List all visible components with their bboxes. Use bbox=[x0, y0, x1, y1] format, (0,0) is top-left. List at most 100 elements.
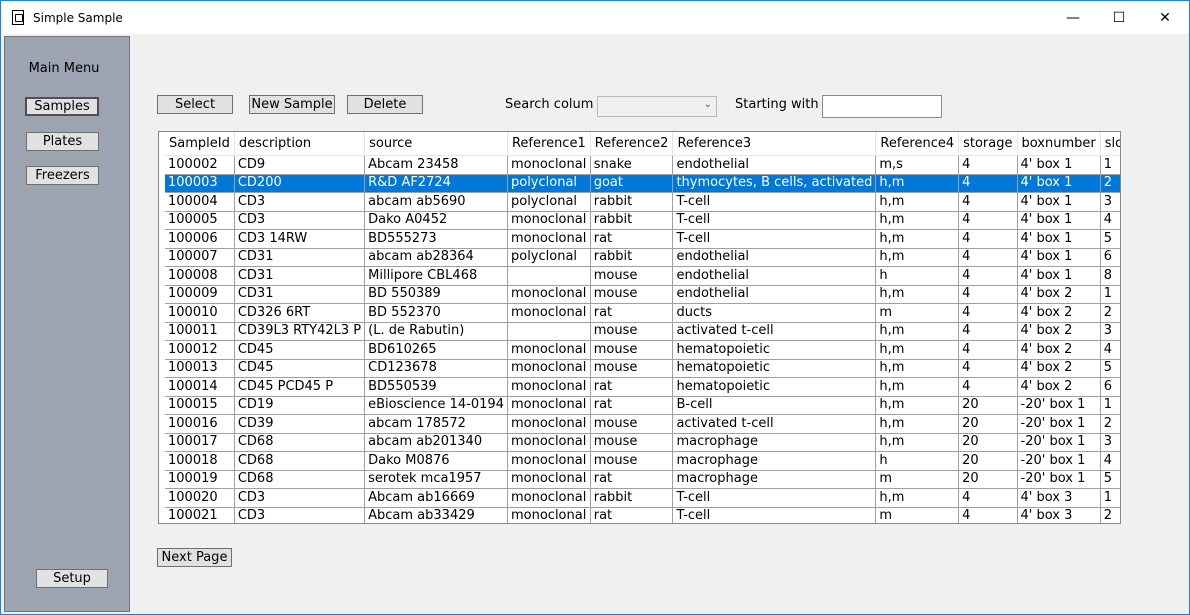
column-header[interactable]: Reference3 bbox=[672, 132, 877, 156]
table-cell[interactable]: abcam ab28364 bbox=[364, 248, 508, 267]
table-cell[interactable]: monoclonal bbox=[507, 303, 591, 323]
table-cell[interactable]: h,m bbox=[875, 322, 960, 341]
table-cell[interactable]: Abcam ab33429 bbox=[364, 507, 508, 523]
table-cell[interactable]: CD3 bbox=[234, 507, 366, 523]
table-cell[interactable]: 100021 bbox=[165, 507, 235, 523]
table-cell[interactable]: polyclonal bbox=[507, 174, 591, 193]
next-page-button[interactable]: Next Page bbox=[157, 548, 232, 567]
table-cell[interactable]: monoclonal bbox=[507, 396, 591, 415]
table-cell[interactable]: 4 bbox=[958, 192, 1018, 212]
table-row[interactable]: 100015 CD19 eBioscience 14-0194 monoclonal r… bbox=[165, 396, 1120, 415]
table-cell[interactable]: 100009 bbox=[165, 285, 235, 304]
table-cell[interactable]: 4' box 3 bbox=[1017, 507, 1101, 523]
table-cell[interactable]: 4' box 1 bbox=[1017, 211, 1101, 230]
table-cell[interactable]: hematopoietic bbox=[672, 340, 877, 360]
table-cell[interactable]: goat bbox=[590, 174, 674, 193]
table-cell[interactable]: -20' box 1 bbox=[1017, 470, 1101, 489]
table-cell[interactable]: rabbit bbox=[590, 192, 674, 212]
table-cell[interactable]: monoclonal bbox=[507, 470, 591, 489]
table-cell[interactable]: endothelial bbox=[672, 285, 877, 304]
table-row[interactable]: 100007 CD31 abcam ab28364 polyclonal rabbit e… bbox=[165, 248, 1120, 267]
table-cell[interactable]: 4 bbox=[958, 174, 1018, 193]
table-cell[interactable]: monoclonal bbox=[507, 507, 591, 523]
table-cell[interactable]: endothelial bbox=[672, 248, 877, 267]
table-cell[interactable]: CD39 bbox=[234, 414, 366, 434]
search-column-select[interactable]: ⌄ bbox=[597, 96, 717, 117]
table-row[interactable]: 100016 CD39 abcam 178572 monoclonal mouse act… bbox=[165, 414, 1120, 434]
table-cell[interactable]: monoclonal bbox=[507, 155, 591, 175]
table-cell[interactable]: h,m bbox=[875, 340, 960, 360]
table-cell[interactable]: CD68 bbox=[234, 470, 366, 489]
table-cell[interactable]: 4 bbox=[958, 340, 1018, 360]
table-cell[interactable]: 20 bbox=[958, 414, 1018, 434]
column-header[interactable]: slotnumber bbox=[1100, 132, 1120, 156]
table-cell[interactable]: R&D AF2724 bbox=[364, 174, 508, 193]
table-cell[interactable]: monoclonal bbox=[507, 488, 591, 508]
table-cell[interactable]: eBioscience 14-0194 bbox=[364, 396, 508, 415]
table-cell[interactable]: 100003 bbox=[165, 174, 235, 193]
table-cell[interactable]: abcam ab5690 bbox=[364, 192, 508, 212]
table-cell[interactable]: 100014 bbox=[165, 377, 235, 397]
table-cell[interactable]: Abcam ab16669 bbox=[364, 488, 508, 508]
table-row[interactable]: 100013 CD45 CD123678 monoclonal mouse hematop… bbox=[165, 359, 1120, 378]
table-cell[interactable]: abcam 178572 bbox=[364, 414, 508, 434]
table-cell[interactable]: monoclonal bbox=[507, 285, 591, 304]
starting-with-input[interactable] bbox=[822, 95, 942, 118]
table-cell[interactable]: 4 bbox=[958, 248, 1018, 267]
table-cell[interactable]: mouse bbox=[590, 285, 674, 304]
table-cell[interactable]: h,m bbox=[875, 174, 960, 193]
table-cell[interactable]: 4 bbox=[958, 488, 1018, 508]
maximize-button[interactable]: ☐ bbox=[1096, 1, 1142, 34]
table-cell[interactable]: 100007 bbox=[165, 248, 235, 267]
table-cell[interactable]: macrophage bbox=[672, 433, 877, 452]
table-cell[interactable]: CD200 bbox=[234, 174, 366, 193]
table-cell[interactable]: h,m bbox=[875, 211, 960, 230]
table-cell[interactable]: polyclonal bbox=[507, 248, 591, 267]
table-row[interactable]: 100003 CD200 R&D AF2724 polyclonal goat thymo… bbox=[165, 174, 1120, 193]
table-cell[interactable]: Dako A0452 bbox=[364, 211, 508, 230]
table-cell[interactable]: 2 bbox=[1100, 174, 1120, 193]
table-cell[interactable]: mouse bbox=[590, 433, 674, 452]
table-cell[interactable]: CD3 bbox=[234, 192, 366, 212]
table-cell[interactable]: m bbox=[875, 507, 960, 523]
table-cell[interactable]: CD45 PCD45 P bbox=[234, 377, 366, 397]
table-cell[interactable]: BD 552370 bbox=[364, 303, 508, 323]
table-cell[interactable]: CD39L3 RTY42L3 P bbox=[234, 322, 366, 341]
table-cell[interactable]: 2 bbox=[1100, 507, 1120, 523]
table-cell[interactable]: 1 bbox=[1100, 396, 1120, 415]
table-cell[interactable]: T-cell bbox=[672, 229, 877, 249]
table-cell[interactable]: 100015 bbox=[165, 396, 235, 415]
table-cell[interactable]: h,m bbox=[875, 285, 960, 304]
table-cell[interactable]: 4 bbox=[958, 266, 1018, 286]
table-cell[interactable]: 4 bbox=[958, 229, 1018, 249]
table-cell[interactable]: mouse bbox=[590, 414, 674, 434]
column-header[interactable]: source bbox=[364, 132, 508, 156]
table-cell[interactable]: serotek mca1957 bbox=[364, 470, 508, 489]
table-cell[interactable]: -20' box 1 bbox=[1017, 396, 1101, 415]
table-cell[interactable]: 4' box 2 bbox=[1017, 285, 1101, 304]
table-cell[interactable]: macrophage bbox=[672, 470, 877, 489]
table-cell[interactable]: m bbox=[875, 303, 960, 323]
table-cell[interactable]: activated t-cell bbox=[672, 414, 877, 434]
table-cell[interactable]: CD9 bbox=[234, 155, 366, 175]
table-cell[interactable]: Dako M0876 bbox=[364, 451, 508, 471]
table-cell[interactable]: BD555273 bbox=[364, 229, 508, 249]
table-row[interactable]: 100002 CD9 Abcam 23458 monoclonal snake endot… bbox=[165, 155, 1120, 175]
table-cell[interactable]: 100010 bbox=[165, 303, 235, 323]
table-cell[interactable]: mouse bbox=[590, 451, 674, 471]
table-cell[interactable]: CD3 bbox=[234, 488, 366, 508]
table-cell[interactable]: 4 bbox=[1100, 340, 1120, 360]
sidebar-item-plates[interactable]: Plates bbox=[26, 132, 99, 151]
table-cell[interactable]: rabbit bbox=[590, 488, 674, 508]
table-cell[interactable]: 3 bbox=[1100, 192, 1120, 212]
table-cell[interactable]: rat bbox=[590, 507, 674, 523]
table-cell[interactable]: endothelial bbox=[672, 155, 877, 175]
table-cell[interactable]: mouse bbox=[590, 359, 674, 378]
table-cell[interactable]: 4 bbox=[958, 285, 1018, 304]
table-cell[interactable]: 100011 bbox=[165, 322, 235, 341]
table-row[interactable]: 100020 CD3 Abcam ab16669 monoclonal rabbit T-… bbox=[165, 488, 1120, 508]
table-cell[interactable]: B-cell bbox=[672, 396, 877, 415]
table-cell[interactable]: 5 bbox=[1100, 229, 1120, 249]
table-cell[interactable]: h,m bbox=[875, 396, 960, 415]
table-cell[interactable]: 4 bbox=[958, 303, 1018, 323]
